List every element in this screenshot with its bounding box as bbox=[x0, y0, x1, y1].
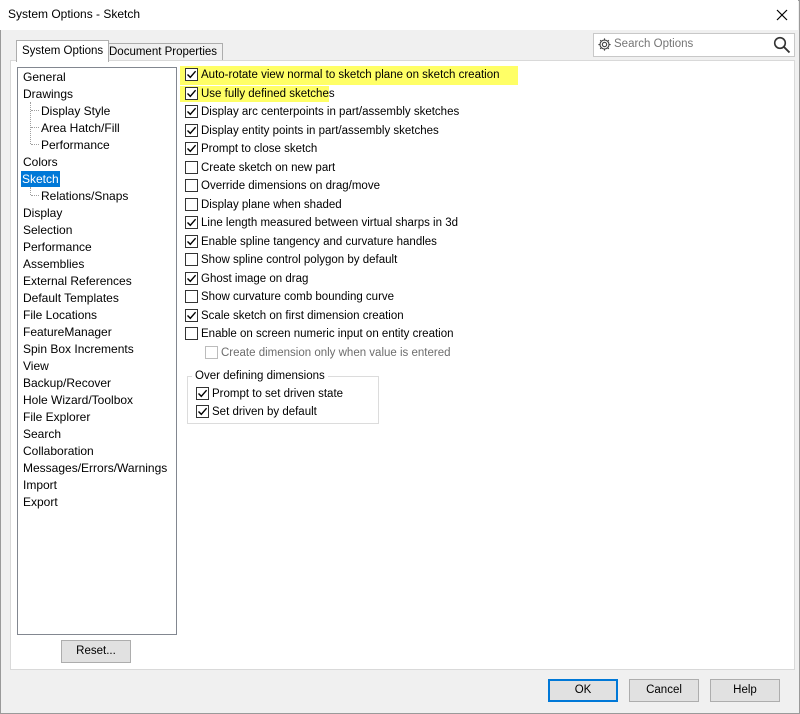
checkmark-icon bbox=[198, 389, 208, 398]
option-label: Auto-rotate view normal to sketch plane … bbox=[201, 69, 500, 81]
tree-item-messages-errors-warnings[interactable]: Messages/Errors/Warnings bbox=[22, 460, 168, 476]
checkbox[interactable] bbox=[185, 161, 198, 174]
checkmark-icon bbox=[187, 144, 197, 153]
checkmark-icon bbox=[187, 311, 197, 320]
tree-item-search[interactable]: Search bbox=[22, 426, 62, 442]
tree-item-collaboration[interactable]: Collaboration bbox=[22, 443, 95, 459]
checkbox[interactable] bbox=[185, 253, 198, 266]
checkbox[interactable] bbox=[185, 198, 198, 211]
close-button[interactable] bbox=[766, 0, 798, 30]
search-input[interactable] bbox=[614, 36, 764, 52]
option-label: Prompt to close sketch bbox=[201, 143, 318, 155]
checkbox[interactable] bbox=[185, 179, 198, 192]
tree-item-relations-snaps[interactable]: Relations/Snaps bbox=[40, 188, 129, 204]
option-label: Show curvature comb bounding curve bbox=[201, 291, 395, 303]
option-label: Enable on screen numeric input on entity… bbox=[201, 328, 454, 340]
option-label: Display arc centerpoints in part/assembl… bbox=[201, 106, 460, 118]
reset-button[interactable]: Reset... bbox=[61, 640, 131, 663]
checkbox[interactable] bbox=[196, 405, 209, 418]
tree-connector bbox=[31, 127, 39, 128]
option-label: Use fully defined sketches bbox=[201, 88, 335, 100]
option-label: Set driven by default bbox=[212, 406, 317, 418]
window-title: System Options - Sketch bbox=[8, 7, 141, 21]
checkbox[interactable] bbox=[185, 272, 198, 285]
checkmark-icon bbox=[187, 126, 197, 135]
option-label: Line length measured between virtual sha… bbox=[201, 217, 458, 229]
tree-item-area-hatch-fill[interactable]: Area Hatch/Fill bbox=[40, 120, 121, 136]
option-label: Enable spline tangency and curvature han… bbox=[201, 236, 437, 248]
tree-item-display-style[interactable]: Display Style bbox=[40, 103, 111, 119]
tree-item-performance[interactable]: Performance bbox=[22, 239, 93, 255]
checkbox[interactable] bbox=[185, 68, 198, 81]
checkmark-icon bbox=[198, 407, 208, 416]
checkbox[interactable] bbox=[185, 124, 198, 137]
checkmark-icon bbox=[187, 70, 197, 79]
checkbox[interactable] bbox=[185, 327, 198, 340]
tree-item-general[interactable]: General bbox=[22, 69, 67, 85]
help-button[interactable]: Help bbox=[710, 679, 780, 702]
checkbox[interactable] bbox=[185, 87, 198, 100]
tree-item-assemblies[interactable]: Assemblies bbox=[22, 256, 85, 272]
group-title: Over defining dimensions bbox=[192, 369, 328, 383]
option-label: Create dimension only when value is ente… bbox=[221, 347, 451, 359]
close-icon bbox=[776, 9, 788, 21]
tree-item-import[interactable]: Import bbox=[22, 477, 58, 493]
gear-icon[interactable] bbox=[597, 37, 612, 52]
tree-item-drawings-performance[interactable]: Performance bbox=[40, 137, 111, 153]
checkbox bbox=[205, 346, 218, 359]
checkmark-icon bbox=[187, 89, 197, 98]
checkbox[interactable] bbox=[185, 235, 198, 248]
option-label: Scale sketch on first dimension creation bbox=[201, 310, 404, 322]
tree-item-sketch[interactable]: Sketch bbox=[21, 171, 60, 187]
tree-item-spin-box-increments[interactable]: Spin Box Increments bbox=[22, 341, 135, 357]
tree-item-display[interactable]: Display bbox=[22, 205, 63, 221]
tree-item-file-explorer[interactable]: File Explorer bbox=[22, 409, 91, 425]
option-label: Override dimensions on drag/move bbox=[201, 180, 380, 192]
tree-item-export[interactable]: Export bbox=[22, 494, 59, 510]
tab-system-options[interactable]: System Options bbox=[16, 40, 110, 62]
checkbox[interactable] bbox=[185, 105, 198, 118]
option-label: Display plane when shaded bbox=[201, 199, 342, 211]
checkmark-icon bbox=[187, 218, 197, 227]
tree-item-selection[interactable]: Selection bbox=[22, 222, 73, 238]
checkbox[interactable] bbox=[185, 309, 198, 322]
checkmark-icon bbox=[187, 237, 197, 246]
tree-item-view[interactable]: View bbox=[22, 358, 50, 374]
tree-item-default-templates[interactable]: Default Templates bbox=[22, 290, 120, 306]
cancel-button[interactable]: Cancel bbox=[629, 679, 699, 702]
option-label: Prompt to set driven state bbox=[212, 388, 344, 400]
tree-connector bbox=[30, 102, 31, 144]
tree-item-file-locations[interactable]: File Locations bbox=[22, 307, 98, 323]
tree-item-external-references[interactable]: External References bbox=[22, 273, 133, 289]
checkbox[interactable] bbox=[185, 142, 198, 155]
tree-connector bbox=[31, 110, 39, 111]
tree-connector bbox=[30, 187, 31, 195]
tree-item-backup-recover[interactable]: Backup/Recover bbox=[22, 375, 112, 391]
checkbox[interactable] bbox=[185, 216, 198, 229]
checkmark-icon bbox=[187, 107, 197, 116]
search-icon[interactable] bbox=[773, 36, 791, 54]
tree-item-hole-wizard-toolbox[interactable]: Hole Wizard/Toolbox bbox=[22, 392, 134, 408]
tree-item-drawings[interactable]: Drawings bbox=[22, 86, 74, 102]
checkbox[interactable] bbox=[185, 290, 198, 303]
tree-item-colors[interactable]: Colors bbox=[22, 154, 59, 170]
option-label: Create sketch on new part bbox=[201, 162, 336, 174]
option-label: Show spline control polygon by default bbox=[201, 254, 398, 266]
option-label: Ghost image on drag bbox=[201, 273, 309, 285]
ok-button[interactable]: OK bbox=[548, 679, 618, 702]
search-box[interactable] bbox=[593, 33, 795, 57]
tree-connector bbox=[31, 144, 39, 145]
tree-item-featuremanager[interactable]: FeatureManager bbox=[22, 324, 113, 340]
checkbox[interactable] bbox=[196, 387, 209, 400]
tree-connector bbox=[31, 195, 39, 196]
option-label: Display entity points in part/assembly s… bbox=[201, 125, 439, 137]
checkmark-icon bbox=[187, 274, 197, 283]
title-bar: System Options - Sketch bbox=[0, 0, 798, 30]
tab-document-properties[interactable]: Document Properties bbox=[103, 43, 224, 61]
